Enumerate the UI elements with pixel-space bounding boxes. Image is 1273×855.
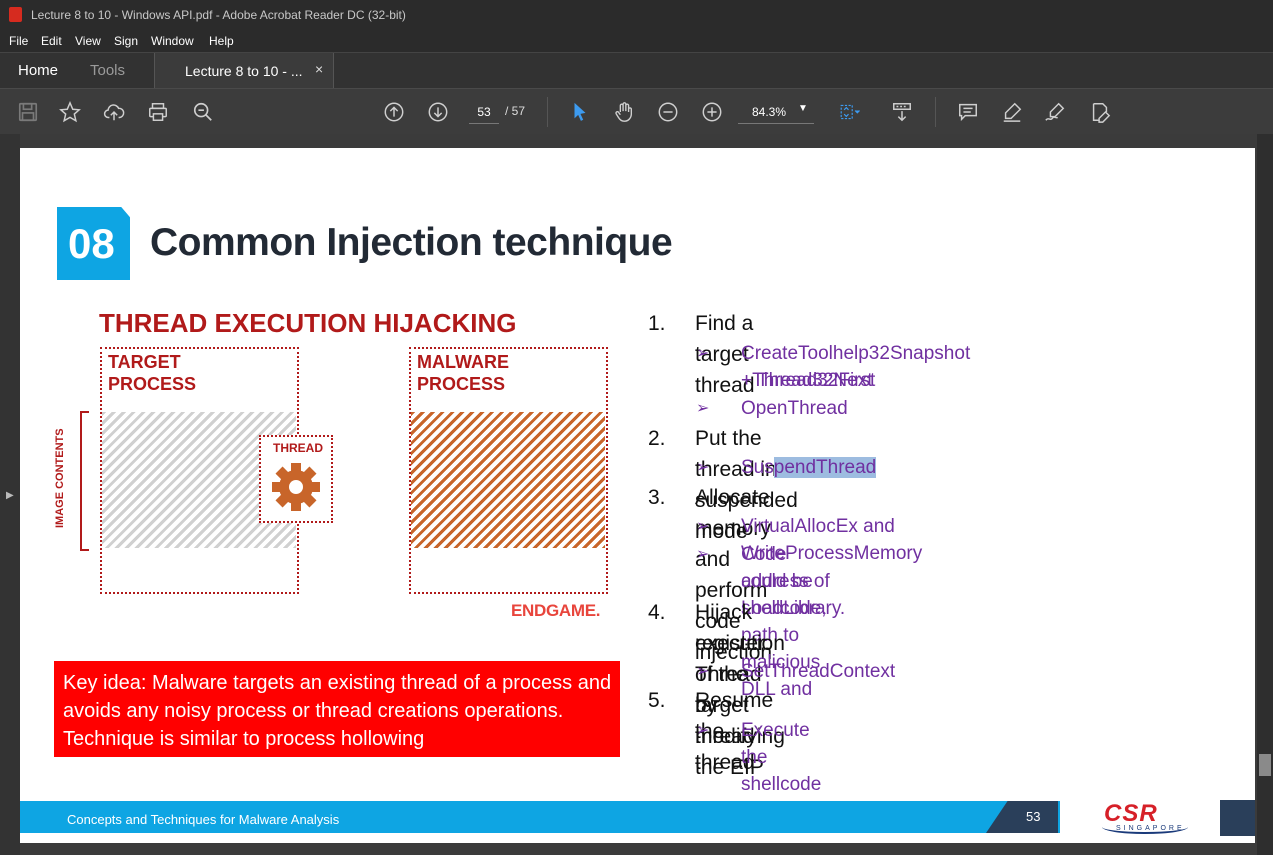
key-idea-box: Key idea: Malware targets an existing th… xyxy=(54,661,620,757)
print-icon[interactable] xyxy=(145,99,171,125)
step-number: 5. xyxy=(648,689,666,712)
corner-block xyxy=(1220,800,1255,836)
scroll-mode-icon[interactable] xyxy=(889,99,915,125)
diagram-title: THREAD EXECUTION HIJACKING xyxy=(99,308,517,338)
vertical-scrollbar[interactable] xyxy=(1257,134,1273,855)
page-number-input[interactable]: 53 xyxy=(469,101,499,124)
bullet-arrow-icon: ➢ xyxy=(696,459,710,476)
hand-icon[interactable] xyxy=(611,99,637,125)
page-total: / 57 xyxy=(505,104,526,118)
zoom-out-icon[interactable] xyxy=(655,99,681,125)
select-cursor-icon[interactable] xyxy=(567,99,593,125)
step-number: 4. xyxy=(648,601,666,624)
sign-icon[interactable] xyxy=(1042,99,1068,125)
scrollbar-thumb[interactable] xyxy=(1259,754,1271,776)
edit-tools-icon[interactable] xyxy=(1087,99,1113,125)
menu-help[interactable]: Help xyxy=(209,34,234,48)
toolbar: 53 / 57 84.3% ▼ xyxy=(0,88,1273,135)
csr-logo: CSR SINGAPORE xyxy=(1102,798,1192,838)
key-idea-text: Key idea: Malware targets an existing th… xyxy=(63,672,612,750)
step-subitem-text: Sus xyxy=(741,457,774,478)
step-subitem: OpenThread xyxy=(741,398,848,419)
bullet-arrow-icon: ➢ xyxy=(696,663,710,680)
menu-view[interactable]: View xyxy=(75,34,101,48)
zoom-level-select[interactable]: 84.3% ▼ xyxy=(738,101,814,124)
tab-document[interactable]: Lecture 8 to 10 - ... × xyxy=(154,53,334,89)
page-up-icon[interactable] xyxy=(381,99,407,125)
menu-edit[interactable]: Edit xyxy=(41,34,62,48)
page-down-icon[interactable] xyxy=(425,99,451,125)
target-process-label: TARGET PROCESS xyxy=(108,352,197,394)
gear-icon xyxy=(272,463,320,511)
malware-process-label: MALWARE PROCESS xyxy=(417,352,509,394)
close-tab-icon[interactable]: × xyxy=(315,61,323,77)
zoom-level-value: 84.3% xyxy=(752,105,787,119)
section-badge: 08 xyxy=(57,207,130,280)
expand-arrow-icon: ▶ xyxy=(6,490,14,501)
left-panel-toggle[interactable]: ▶ xyxy=(0,134,20,855)
comment-icon[interactable] xyxy=(955,99,981,125)
acrobat-pdf-icon xyxy=(9,7,22,22)
footer-text: Concepts and Techniques for Malware Anal… xyxy=(67,812,340,827)
step-number: 1. xyxy=(648,312,666,335)
menu-file[interactable]: File xyxy=(9,34,28,48)
bullet-arrow-icon: ➢ xyxy=(696,546,710,563)
title-bar: Lecture 8 to 10 - Windows API.pdf - Adob… xyxy=(0,0,1273,30)
image-contents-label: IMAGE CONTENTS xyxy=(54,428,66,528)
step-number: 2. xyxy=(648,427,666,450)
slide-page-number: 53 xyxy=(1026,809,1041,824)
window-title: Lecture 8 to 10 - Windows API.pdf - Adob… xyxy=(31,8,406,22)
bullet-arrow-icon: ➢ xyxy=(696,722,710,739)
step-subitem: Execute the shellcode xyxy=(741,720,822,795)
text-selection-highlight[interactable]: pendThread xyxy=(773,457,877,478)
save-icon[interactable] xyxy=(15,99,41,125)
endgame-logo: ENDGAME. xyxy=(511,601,601,620)
tab-home[interactable]: Home xyxy=(18,62,58,79)
toolbar-divider xyxy=(547,97,548,127)
step-subitem: SetThreadContext xyxy=(741,661,896,682)
search-zoom-icon[interactable] xyxy=(190,99,216,125)
slide-footer: Concepts and Techniques for Malware Anal… xyxy=(20,801,1060,833)
zoom-in-icon[interactable] xyxy=(699,99,725,125)
image-contents-bracket xyxy=(80,411,89,551)
toolbar-divider xyxy=(935,97,936,127)
section-number: 08 xyxy=(68,220,115,267)
fit-page-icon[interactable] xyxy=(833,99,867,125)
step-number: 3. xyxy=(648,486,666,509)
chevron-down-icon: ▼ xyxy=(798,103,808,114)
bullet-arrow-icon: ➢ xyxy=(696,518,710,535)
highlight-pen-icon[interactable] xyxy=(999,99,1025,125)
bookmark-star-icon[interactable] xyxy=(57,99,83,125)
malware-image-contents xyxy=(411,412,605,548)
tab-document-label: Lecture 8 to 10 - ... xyxy=(185,63,303,79)
menu-window[interactable]: Window xyxy=(151,34,194,48)
bullet-arrow-icon: ➢ xyxy=(696,345,710,362)
thread-label: THREAD xyxy=(273,441,323,455)
pdf-page: 08 Common Injection technique THREAD EXE… xyxy=(20,148,1255,843)
tab-tools[interactable]: Tools xyxy=(90,62,125,79)
step-subitem[interactable]: SuspendThread xyxy=(741,454,877,481)
menu-sign[interactable]: Sign xyxy=(114,34,138,48)
step-subitem: +Thread32Next xyxy=(741,370,873,391)
menu-bar: File Edit View Sign Window Help xyxy=(0,30,1273,52)
slide-title: Common Injection technique xyxy=(150,221,673,264)
upload-icon[interactable] xyxy=(101,99,127,125)
bullet-arrow-icon: ➢ xyxy=(696,400,710,417)
tab-bar: Home Tools Lecture 8 to 10 - ... × xyxy=(0,52,1273,89)
